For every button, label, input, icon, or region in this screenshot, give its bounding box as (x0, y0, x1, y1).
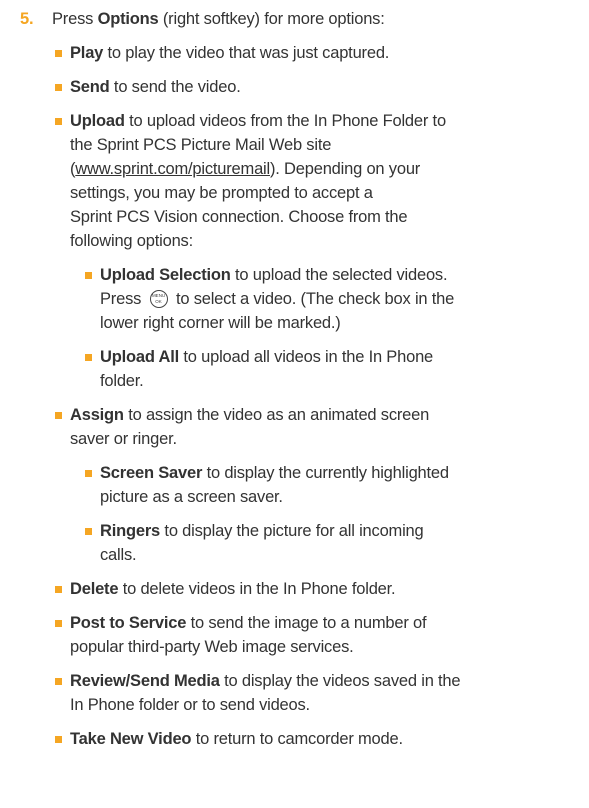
option-screen-saver-line2: picture as a screen saver. (100, 488, 283, 506)
bullet-icon (55, 118, 62, 125)
menu-ok-key-icon: MENU OK (149, 290, 168, 308)
option-play: Play to play the video that was just cap… (70, 44, 390, 62)
option-upload-selection-line3: lower right corner will be marked.) (100, 314, 341, 332)
option-upload-selection: Upload Selection to upload the selected … (100, 266, 448, 284)
bullet-icon (55, 678, 62, 685)
bullet-icon (55, 620, 62, 627)
option-assign-line2: saver or ringer. (70, 430, 177, 448)
bullet-icon (55, 50, 62, 57)
option-send: Send to send the video. (70, 78, 241, 96)
option-post-line2: popular third-party Web image services. (70, 638, 354, 656)
option-ringers-line2: calls. (100, 546, 137, 564)
step-intro: Press Options (right softkey) for more o… (52, 10, 385, 28)
bullet-icon (55, 84, 62, 91)
step-number: 5. (20, 10, 34, 28)
option-review-line2: In Phone folder or to send videos. (70, 696, 310, 714)
bullet-icon (85, 528, 92, 535)
option-upload-selection-line2: Press MENU OK to select a video. (The che… (100, 290, 455, 308)
option-upload-line6: following options: (70, 232, 193, 250)
option-post-to-service: Post to Service to send the image to a n… (70, 614, 427, 632)
option-screen-saver: Screen Saver to display the currently hi… (100, 464, 449, 482)
option-upload-line3: (www.sprint.com/picturemail). Depending … (70, 160, 421, 178)
option-upload: Upload to upload videos from the In Phon… (70, 112, 446, 130)
options-label: Options (97, 10, 159, 28)
option-upload-all: Upload All to upload all videos in the I… (100, 348, 434, 366)
option-review-send-media: Review/Send Media to display the videos … (70, 672, 461, 690)
bullet-icon (85, 272, 92, 279)
option-upload-line2: the Sprint PCS Picture Mail Web site (70, 136, 332, 154)
bullet-icon (85, 354, 92, 361)
bullet-icon (55, 736, 62, 743)
bullet-icon (85, 470, 92, 477)
bullet-icon (55, 412, 62, 419)
option-assign: Assign to assign the video as an animate… (70, 406, 430, 424)
option-upload-line4: settings, you may be prompted to accept … (70, 184, 373, 202)
bullet-icon (55, 586, 62, 593)
option-take-new-video: Take New Video to return to camcorder mo… (70, 730, 403, 748)
option-upload-all-line2: folder. (100, 372, 144, 390)
option-upload-line5: Sprint PCS Vision connection. Choose fro… (70, 208, 408, 226)
option-delete: Delete to delete videos in the In Phone … (70, 580, 396, 598)
manual-page: 5. Press Options (right softkey) for mor… (0, 0, 589, 808)
picturemail-link[interactable]: www.sprint.com/picturemail (75, 160, 270, 178)
option-ringers: Ringers to display the picture for all i… (100, 522, 424, 540)
